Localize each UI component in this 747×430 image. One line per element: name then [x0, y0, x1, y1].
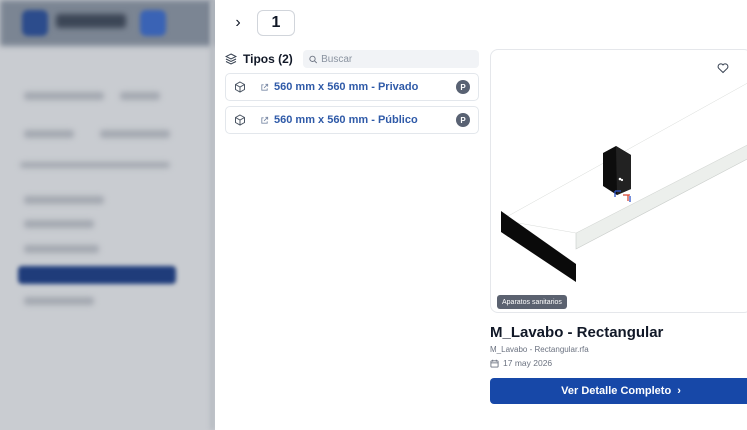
navigation-row: › 1	[231, 10, 295, 36]
type-badge: P	[456, 113, 470, 127]
background-row	[24, 196, 104, 204]
background-logo	[22, 10, 48, 36]
family-date: 17 may 2026	[490, 358, 552, 368]
model-preview-card[interactable]: Aparatos sanitarios	[490, 49, 747, 313]
family-title: M_Lavabo - Rectangular	[490, 324, 664, 341]
search-input[interactable]	[321, 53, 479, 65]
detail-panel: › 1 Tipos (2) 560 mm x	[215, 0, 747, 430]
background-title	[56, 14, 126, 28]
type-item-publico[interactable]: 560 mm x 560 mm - Público P	[225, 106, 479, 134]
background-row	[120, 92, 160, 100]
layers-icon	[225, 53, 237, 65]
chevron-right-icon[interactable]: ›	[231, 11, 245, 35]
background-row	[24, 245, 99, 253]
background-row	[24, 220, 94, 228]
type-item-label: 560 mm x 560 mm - Privado	[274, 81, 419, 93]
types-header: Tipos (2)	[225, 50, 479, 68]
heart-icon[interactable]	[717, 62, 729, 74]
background-selected-row	[18, 266, 176, 284]
view-full-detail-label: Ver Detalle Completo	[561, 385, 672, 397]
type-item-privado[interactable]: 560 mm x 560 mm - Privado P	[225, 73, 479, 101]
search-icon	[309, 55, 317, 63]
types-label: Tipos (2)	[243, 52, 293, 66]
family-date-text: 17 may 2026	[503, 358, 553, 368]
type-list: 560 mm x 560 mm - Privado P 560 mm x 560…	[225, 73, 479, 139]
model-3d-preview	[500, 83, 747, 282]
background-row	[24, 297, 94, 305]
cube-icon	[235, 81, 245, 93]
background-row	[24, 92, 104, 100]
background-app-blurred	[0, 0, 215, 430]
background-row	[100, 130, 170, 138]
family-filename: M_Lavabo - Rectangular.rfa	[490, 345, 589, 354]
cube-icon	[235, 114, 245, 126]
external-link-icon	[261, 116, 269, 124]
background-row	[20, 162, 170, 168]
type-item-label: 560 mm x 560 mm - Público	[274, 114, 418, 126]
view-full-detail-button[interactable]: Ver Detalle Completo ›	[490, 378, 747, 404]
category-badge: Aparatos sanitarios	[497, 295, 567, 309]
page-number[interactable]: 1	[257, 10, 295, 36]
chevron-right-icon: ›	[677, 385, 681, 397]
external-link-icon	[261, 83, 269, 91]
type-badge: P	[456, 80, 470, 94]
background-row	[24, 130, 74, 138]
search-box[interactable]	[302, 50, 479, 68]
calendar-icon	[490, 359, 499, 368]
background-button	[140, 10, 166, 36]
